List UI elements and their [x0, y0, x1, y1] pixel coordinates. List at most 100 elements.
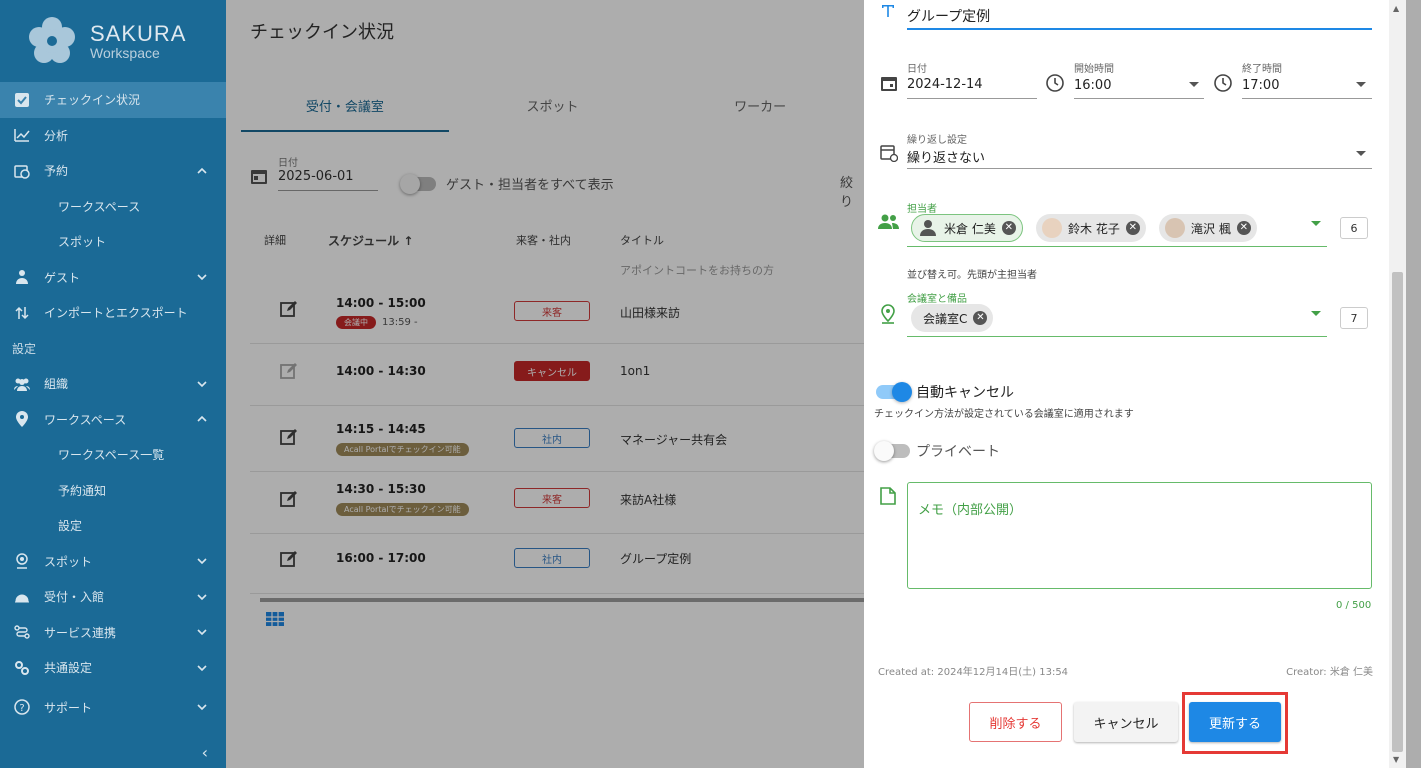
edit-icon[interactable]: [280, 550, 298, 568]
collapse-sidebar-button[interactable]: ‹: [202, 743, 208, 762]
column-header-detail: 詳細: [264, 234, 286, 247]
edit-icon[interactable]: [280, 490, 298, 508]
cancel-button[interactable]: キャンセル: [1074, 702, 1178, 742]
column-header-schedule[interactable]: スケジュール ↑: [328, 232, 413, 249]
memo-textarea[interactable]: メモ（内部公開）: [907, 482, 1372, 589]
toggle-switch-off[interactable]: [874, 441, 910, 461]
sidebar-item-spot[interactable]: スポット: [0, 544, 226, 580]
location-pin-icon: [881, 304, 895, 324]
import-export-icon: [12, 303, 32, 323]
sidebar-item-reception[interactable]: 受付・入館: [0, 579, 226, 615]
private-toggle[interactable]: プライベート: [874, 441, 1000, 461]
date-value: 2025-06-01: [278, 169, 378, 191]
host-chip[interactable]: 鈴木 花子 ✕: [1036, 214, 1146, 242]
visitor-badge: 社内: [514, 428, 590, 448]
dropdown-caret-icon[interactable]: [1356, 82, 1366, 87]
table-header: 詳細 スケジュール ↑ 来客・社内 タイトル: [250, 228, 864, 252]
row-title: 山田様来訪: [620, 306, 681, 320]
tab-worker[interactable]: ワーカー: [656, 90, 864, 132]
end-time-select[interactable]: 17:00: [1242, 78, 1279, 93]
page-title: チェックイン状況: [250, 22, 394, 43]
edit-icon: [280, 363, 297, 379]
host-chip[interactable]: 滝沢 楓 ✕: [1159, 214, 1257, 242]
table-row[interactable]: 14:15 - 14:45 Acall Portalでチェックイン可能 社内 マ…: [250, 406, 864, 472]
remove-chip-icon[interactable]: ✕: [1001, 221, 1016, 235]
tab-spot[interactable]: スポット: [449, 90, 657, 132]
schedule-time: 14:15 - 14:45: [336, 422, 426, 436]
sidebar-item-organization[interactable]: 組織: [0, 366, 226, 402]
schedule-time: 16:00 - 17:00: [336, 551, 426, 565]
hosts-dropdown-caret-icon[interactable]: [1311, 221, 1321, 226]
host-name: 滝沢 楓: [1191, 221, 1231, 236]
partial-row-title: アポイントコートをお持ちの方: [620, 264, 774, 277]
scroll-down-arrow-icon[interactable]: ▼: [1393, 755, 1399, 764]
table-row[interactable]: 14:00 - 15:00 会議中 13:59 - 来客 山田様来訪: [250, 278, 864, 344]
sidebar-item-integration[interactable]: サービス連携: [0, 615, 226, 651]
sidebar-subitem-spot[interactable]: スポット: [0, 224, 226, 260]
chevron-down-icon: [197, 274, 207, 281]
status-time: 13:59 -: [382, 317, 418, 328]
sidebar-item-workspace[interactable]: ワークスペース: [0, 402, 226, 438]
room-name: 会議室C: [923, 311, 968, 326]
sidebar-item-checkin-status[interactable]: チェックイン状況: [0, 82, 226, 118]
horizontal-scrollbar[interactable]: [260, 598, 864, 602]
table-row[interactable]: 16:00 - 17:00 社内 グループ定例: [250, 528, 864, 594]
sidebar-subitem-workspace-list[interactable]: ワークスペース一覧: [0, 437, 226, 473]
dropdown-caret-icon[interactable]: [1189, 82, 1199, 87]
created-at: Created at: 2024年12月14日(土) 13:54: [878, 667, 1069, 678]
schedule-time: 14:00 - 14:30: [336, 364, 426, 378]
date-label: 日付: [278, 158, 298, 169]
chevron-down-icon: [197, 629, 207, 636]
table-view-icon[interactable]: [266, 612, 284, 626]
date-input[interactable]: 2024-12-14: [907, 77, 983, 92]
toggle-switch-on[interactable]: [876, 382, 912, 402]
scroll-up-arrow-icon[interactable]: ▲: [1393, 4, 1399, 13]
clock-icon: [1046, 74, 1064, 92]
delete-button[interactable]: 削除する: [969, 702, 1062, 742]
show-all-toggle[interactable]: ゲスト・担当者をすべて表示: [400, 173, 614, 194]
remove-chip-icon[interactable]: ✕: [973, 311, 988, 325]
sidebar-item-label: チェックイン状況: [44, 93, 141, 108]
title-input[interactable]: グループ定例: [907, 6, 990, 26]
dropdown-caret-icon[interactable]: [1356, 151, 1366, 156]
row-title: 来訪A社様: [620, 493, 677, 507]
creator: Creator: 米倉 仁美: [1286, 667, 1373, 678]
date-picker[interactable]: 日付 2025-06-01: [250, 154, 378, 191]
schedule-time: 14:00 - 15:00: [336, 296, 426, 310]
scroll-thumb[interactable]: [1392, 272, 1403, 752]
room-chip[interactable]: 会議室C ✕: [911, 304, 994, 332]
settings-icon: [12, 658, 32, 678]
guest-icon: [12, 267, 32, 287]
brand-logo[interactable]: SAKURA Workspace: [0, 0, 226, 82]
sidebar-item-common-settings[interactable]: 共通設定: [0, 650, 226, 686]
sidebar-item-import-export[interactable]: インポートとエクスポート: [0, 295, 226, 331]
remove-chip-icon[interactable]: ✕: [1125, 221, 1140, 235]
tab-reception-room[interactable]: 受付・会議室: [241, 90, 449, 132]
remove-chip-icon[interactable]: ✕: [1236, 221, 1251, 235]
repeat-label: 繰り返し設定: [907, 135, 967, 146]
chevron-down-icon: [197, 381, 207, 387]
edit-icon[interactable]: [280, 300, 298, 318]
toggle-switch[interactable]: [400, 173, 436, 194]
date-label: 日付: [907, 64, 927, 75]
sidebar-item-analytics[interactable]: 分析: [0, 118, 226, 154]
sidebar-item-reservation[interactable]: 予約: [0, 153, 226, 189]
repeat-select[interactable]: 繰り返さない: [907, 147, 985, 166]
sidebar-subitem-settings[interactable]: 設定: [0, 508, 226, 544]
panel-scrollbar[interactable]: ▲ ▼: [1389, 0, 1406, 768]
table-row[interactable]: 14:30 - 15:30 Acall Portalでチェックイン可能 来客 来…: [250, 468, 864, 534]
host-name: 鈴木 花子: [1068, 221, 1120, 236]
sidebar-subitem-reservation-notice[interactable]: 予約通知: [0, 473, 226, 509]
sidebar-item-support[interactable]: ? サポート: [0, 690, 226, 726]
edit-icon[interactable]: [280, 428, 298, 446]
table-row[interactable]: 14:00 - 14:30 キャンセル 1on1: [250, 340, 864, 406]
private-label: プライベート: [916, 444, 1000, 460]
sidebar-item-guest[interactable]: ゲスト: [0, 260, 226, 296]
group-icon: [12, 374, 32, 394]
auto-cancel-toggle[interactable]: 自動キャンセル: [876, 382, 1014, 402]
host-chip[interactable]: 米倉 仁美 ✕: [911, 214, 1023, 242]
row-title: マネージャー共有会: [620, 433, 728, 447]
start-time-select[interactable]: 16:00: [1074, 78, 1111, 93]
sidebar-subitem-workspace[interactable]: ワークスペース: [0, 189, 226, 225]
rooms-dropdown-caret-icon[interactable]: [1311, 311, 1321, 316]
